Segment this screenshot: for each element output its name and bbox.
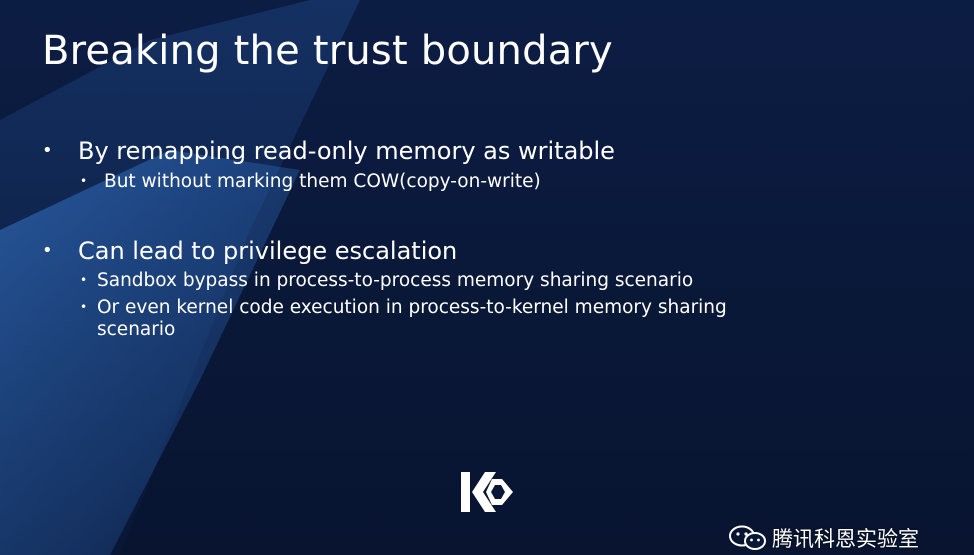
- bullet-text: Can lead to privilege escalation: [78, 237, 458, 265]
- watermark-text: 腾讯科恩实验室: [772, 527, 919, 551]
- slide-title: Breaking the trust boundary: [42, 28, 613, 74]
- watermark: 腾讯科恩实验室: [728, 525, 919, 551]
- bullet-marker: •: [80, 174, 88, 188]
- sub-bullet-item: • But without marking them COW(copy-on-wr…: [80, 170, 541, 193]
- wechat-icon: [729, 525, 766, 550]
- bullet-item: • Can lead to privilege escalation: [42, 237, 457, 265]
- keen-lab-logo-icon: [461, 472, 513, 512]
- bullet-marker: •: [80, 300, 88, 314]
- bullet-text: Or even kernel code execution in process…: [97, 297, 727, 318]
- bullet-text: But without marking them COW(copy-on-wri…: [104, 171, 541, 192]
- bullet-item: • By remapping read-only memory as writab…: [42, 137, 615, 165]
- sub-bullet-item: • Or even kernel code execution in proces…: [80, 296, 820, 341]
- bullet-text: Sandbox bypass in process-to-process mem…: [97, 270, 694, 291]
- bullet-marker: •: [80, 273, 88, 287]
- bullet-text: By remapping read-only memory as writabl…: [78, 137, 615, 165]
- slide: Breaking the trust boundary • By remappin…: [0, 0, 974, 555]
- bullet-text-continuation: scenario: [97, 319, 176, 340]
- sub-bullet-item: • Sandbox bypass in process-to-process me…: [80, 269, 693, 292]
- bullet-marker: •: [42, 140, 53, 161]
- bullet-marker: •: [42, 240, 53, 261]
